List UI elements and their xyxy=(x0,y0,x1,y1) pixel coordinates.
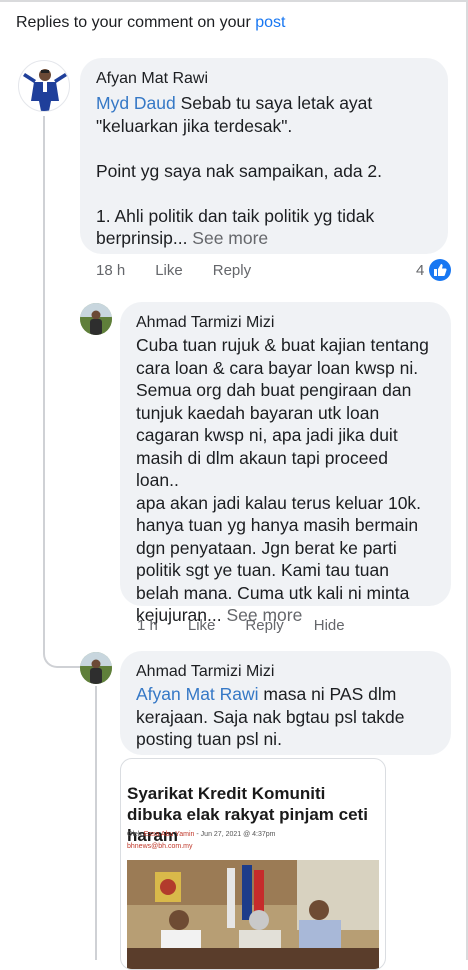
like-thumb-icon[interactable] xyxy=(429,259,451,281)
thread-line xyxy=(95,686,97,960)
comment-text: Cuba tuan rujuk & buat kajian tentang ca… xyxy=(136,334,435,627)
like-button[interactable]: Like xyxy=(188,617,216,634)
comment-bubble: Ahmad Tarmizi Mizi Afyan Mat Rawi masa n… xyxy=(120,651,451,755)
reply-button[interactable]: Reply xyxy=(245,617,283,634)
article-source: bhnews@bh.com.my xyxy=(127,843,193,850)
see-more-link[interactable]: See more xyxy=(187,228,268,248)
comment-author[interactable]: Afyan Mat Rawi xyxy=(96,68,432,90)
comment-text: Afyan Mat Rawi masa ni PAS dlm kerajaan.… xyxy=(136,683,435,751)
comment-body: Sebab tu saya letak ayat "keluarkan jika… xyxy=(96,93,383,248)
reply-button[interactable]: Reply xyxy=(213,262,251,279)
comment-time: 18 h xyxy=(96,262,126,279)
avatar[interactable] xyxy=(80,303,112,335)
top-border xyxy=(0,0,468,2)
thread-curve xyxy=(43,620,81,668)
attached-image[interactable]: Syarikat Kredit Komuniti dibuka elak rak… xyxy=(120,758,386,970)
comment-actions: 1 h Like Reply Hide xyxy=(137,617,375,634)
thread-line xyxy=(43,116,45,646)
article-meta: Oleh Essa Abu Yamin - Jun 27, 2021 @ 4:3… xyxy=(127,831,276,838)
comment-author[interactable]: Ahmad Tarmizi Mizi xyxy=(136,312,435,334)
thread-curve xyxy=(43,280,79,320)
comment-actions: 18 h Like Reply xyxy=(96,262,281,279)
avatar[interactable] xyxy=(18,60,70,112)
page-header: Replies to your comment on your post xyxy=(16,14,285,32)
header-text: Replies to your comment on your xyxy=(16,14,256,31)
post-link[interactable]: post xyxy=(255,14,285,31)
comment-time: 1 h xyxy=(137,617,158,634)
mention-link[interactable]: Myd Daud xyxy=(96,93,176,113)
avatar[interactable] xyxy=(80,652,112,684)
mention-link[interactable]: Afyan Mat Rawi xyxy=(136,684,259,704)
hide-button[interactable]: Hide xyxy=(314,617,345,634)
like-button[interactable]: Like xyxy=(155,262,183,279)
comment-bubble: Ahmad Tarmizi Mizi Cuba tuan rujuk & bua… xyxy=(120,302,451,625)
like-count[interactable]: 4 xyxy=(416,262,424,279)
article-author: Essa Abu Yamin xyxy=(143,831,195,838)
comment-bubble: Afyan Mat Rawi Myd Daud Sebab tu saya le… xyxy=(80,58,448,254)
article-photo xyxy=(127,860,379,969)
comment-body: Cuba tuan rujuk & buat kajian tentang ca… xyxy=(136,335,429,625)
comment-author[interactable]: Ahmad Tarmizi Mizi xyxy=(136,661,435,683)
comment-text: Myd Daud Sebab tu saya letak ayat "kelua… xyxy=(96,92,432,250)
